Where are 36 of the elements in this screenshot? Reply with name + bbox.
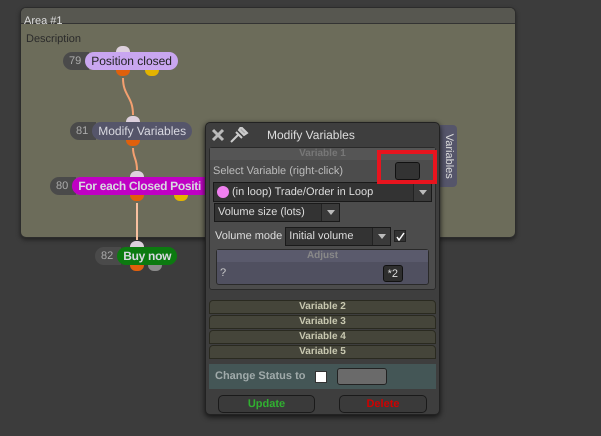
caret-icon (418, 190, 426, 194)
dropdown-value: (in loop) Trade/Order in Loop (232, 184, 374, 200)
flow-node[interactable]: Position closed (85, 52, 178, 70)
adjust-value: ? (220, 266, 226, 281)
flow-node[interactable]: Buy now (117, 247, 178, 265)
volume-mode-label: Volume mode (215, 228, 282, 244)
update-button[interactable]: Update (218, 395, 315, 413)
select-label: Select Variable (right-click) (213, 164, 344, 179)
highlight-frame (377, 150, 437, 184)
flow-node[interactable]: Modify Variables (92, 122, 192, 140)
section-header[interactable]: Variable 4 (209, 330, 436, 344)
section-header[interactable]: Variable 2 (209, 300, 436, 314)
close-icon[interactable] (211, 128, 225, 142)
checkbox[interactable] (394, 230, 406, 242)
caret-icon (326, 210, 334, 215)
area-description: Description (26, 33, 82, 45)
connector-line (132, 148, 138, 170)
multiply-button[interactable]: *2 (382, 264, 403, 282)
section-header[interactable]: Variable 5 (209, 345, 436, 359)
variable-dropdown[interactable]: (in loop) Trade/Order in Loop (213, 182, 432, 202)
property-dropdown[interactable]: Volume size (lots) (214, 203, 340, 222)
section-header[interactable]: Variable 3 (209, 315, 436, 329)
volume-mode-dropdown[interactable]: Initial volume (285, 226, 392, 246)
checkbox[interactable] (315, 370, 328, 382)
connector-line (136, 203, 138, 240)
caret-icon (378, 234, 386, 238)
status-label: Change Status to (215, 369, 306, 384)
connector-line (122, 78, 134, 116)
check-icon (396, 232, 405, 240)
dropdown-value: Initial volume (288, 228, 354, 244)
dialog-title: Modify Variables (267, 127, 355, 144)
area-title: Area #1 (24, 15, 63, 27)
side-tab[interactable]: Variables (440, 125, 457, 187)
status-field[interactable] (337, 368, 388, 385)
dropdown-value: Volume size (lots) (217, 205, 306, 220)
pushpin-icon[interactable] (229, 127, 249, 143)
